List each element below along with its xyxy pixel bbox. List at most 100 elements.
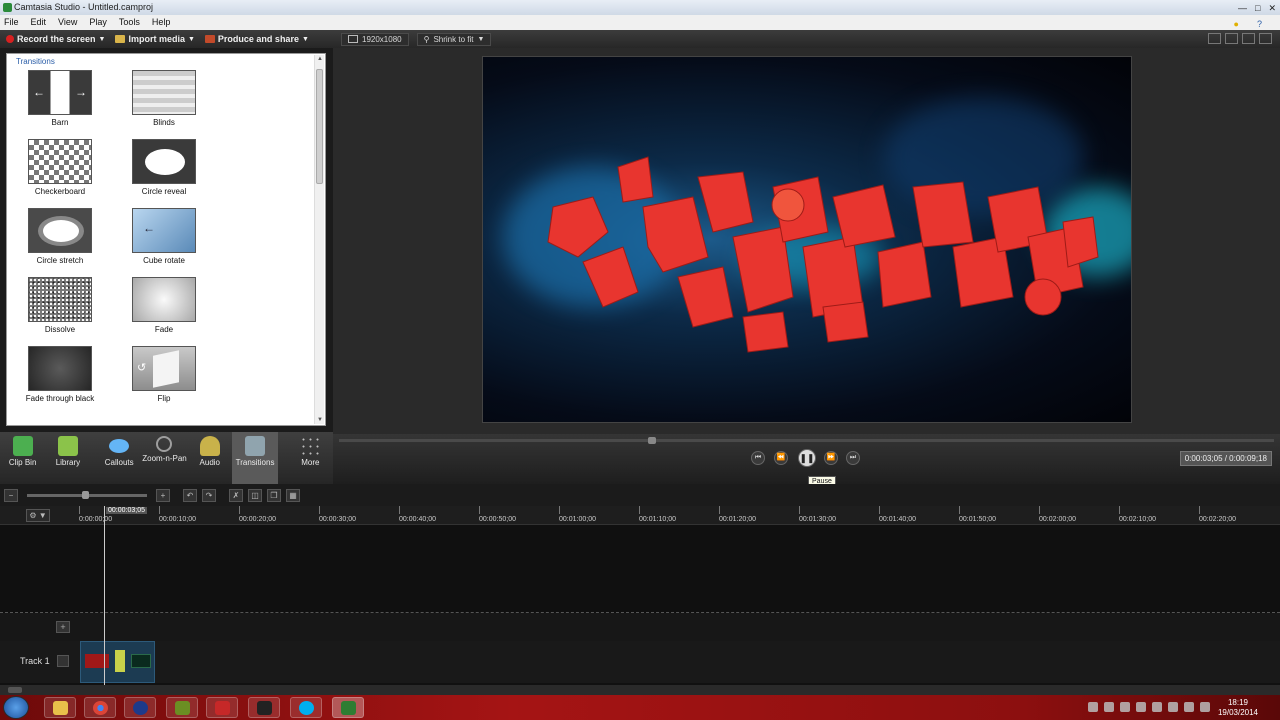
transition-blinds[interactable]: Blinds <box>129 70 199 127</box>
timeline-scrollbar-thumb[interactable] <box>8 687 22 693</box>
transition-dissolve[interactable]: Dissolve <box>25 277 95 334</box>
cut-icon[interactable]: ✗ <box>229 488 243 502</box>
maximize-icon[interactable]: □ <box>1255 1 1260 16</box>
jump-end-button[interactable]: ⏭ <box>846 451 860 465</box>
tick-line <box>1119 506 1120 514</box>
taskbar-chrome[interactable] <box>84 697 116 718</box>
tab-callouts[interactable]: Callouts <box>97 432 142 484</box>
panel-scrollbar[interactable]: ▲ ▼ <box>314 55 324 424</box>
tab-label: Library <box>55 458 81 467</box>
menu-play[interactable]: Play <box>89 15 107 30</box>
tray-icon[interactable] <box>1088 702 1098 712</box>
tick-line <box>719 506 720 514</box>
transition-barn[interactable]: ← → Barn <box>25 70 95 127</box>
menu-tools[interactable]: Tools <box>119 15 140 30</box>
taskbar-explorer[interactable] <box>44 697 76 718</box>
zoom-label: Shrink to fit <box>433 34 474 44</box>
transition-circle-stretch[interactable]: Circle stretch <box>25 208 95 265</box>
undo-icon[interactable]: ↶ <box>183 488 197 502</box>
flip-thumbnail: ↺ <box>132 346 196 391</box>
scrollbar-thumb[interactable] <box>316 69 323 184</box>
tray-icon[interactable] <box>1136 702 1146 712</box>
taskbar-app-4[interactable] <box>166 697 198 718</box>
copy-icon[interactable]: ❐ <box>267 488 281 502</box>
playhead[interactable] <box>104 506 105 686</box>
dimensions-button[interactable]: 1920x1080 <box>341 32 409 46</box>
zoom-slider-handle[interactable] <box>82 490 89 499</box>
transition-circle-reveal[interactable]: Circle reveal <box>129 139 199 196</box>
transition-label: Circle stretch <box>36 256 84 265</box>
transition-fade[interactable]: Fade <box>129 277 199 334</box>
minimize-icon[interactable]: — <box>1238 1 1247 16</box>
tick-line <box>1039 506 1040 514</box>
rewind-button[interactable]: ⏪ <box>774 451 788 465</box>
tab-zoom-n-pan[interactable]: Zoom-n-Pan <box>142 432 187 484</box>
camtasia-icon <box>341 701 356 715</box>
timeline-scrollbar[interactable] <box>0 685 1280 695</box>
menu-help[interactable]: Help <box>152 15 171 30</box>
scrub-handle[interactable] <box>648 437 656 444</box>
zoom-dropdown[interactable]: ⚲ Shrink to fit ▼ <box>416 32 492 46</box>
pause-button[interactable]: ❚❚ <box>798 449 816 467</box>
tab-transitions[interactable]: Transitions <box>232 432 278 484</box>
tab-audio[interactable]: Audio <box>187 432 232 484</box>
tray-icon[interactable] <box>1152 702 1162 712</box>
ruler-label: 00:01:20;00 <box>719 516 756 523</box>
jump-start-button[interactable]: ⏮ <box>751 451 765 465</box>
taskbar-skype[interactable] <box>290 697 322 718</box>
taskbar-app-5[interactable] <box>206 697 238 718</box>
paste-icon[interactable]: ▦ <box>286 488 300 502</box>
volume-icon[interactable] <box>1200 702 1210 712</box>
ruler-label: 00:01:40;00 <box>879 516 916 523</box>
taskbar-app-6[interactable] <box>248 697 280 718</box>
download-icon[interactable] <box>1225 33 1238 44</box>
zoom-in-icon[interactable]: + <box>156 488 170 502</box>
close-icon[interactable]: ✕ <box>1268 1 1276 16</box>
import-media-button[interactable]: Import media ▼ <box>115 34 195 44</box>
forward-button[interactable]: ⏩ <box>824 451 838 465</box>
expand-icon[interactable] <box>1259 33 1272 44</box>
transition-checkerboard[interactable]: Checkerboard <box>25 139 95 196</box>
tray-icon[interactable] <box>1168 702 1178 712</box>
tray-icon[interactable] <box>1104 702 1114 712</box>
tab-more[interactable]: More <box>288 432 333 484</box>
scrub-track[interactable] <box>339 437 1274 444</box>
add-track-button[interactable]: + <box>56 621 70 633</box>
transition-cube-rotate[interactable]: ← Cube rotate <box>129 208 199 265</box>
produce-share-button[interactable]: Produce and share ▼ <box>204 34 309 44</box>
ruler-label: 00:02:10;00 <box>1119 516 1156 523</box>
cube-rotate-thumbnail: ← <box>132 208 196 253</box>
gear-icon[interactable]: ⚙ ▼ <box>26 509 50 522</box>
menu-file[interactable]: File <box>4 15 19 30</box>
scroll-up-icon[interactable]: ▲ <box>316 56 324 62</box>
taskbar-app-3[interactable] <box>124 697 156 718</box>
tab-library[interactable]: Library <box>45 432 90 484</box>
tick-line <box>159 506 160 514</box>
scroll-down-icon[interactable]: ▼ <box>316 417 324 423</box>
network-icon[interactable] <box>1184 702 1194 712</box>
fullscreen-icon[interactable] <box>1242 33 1255 44</box>
tray-icon[interactable] <box>1120 702 1130 712</box>
clock[interactable]: 18:19 19/03/2014 <box>1218 698 1258 718</box>
tick-line <box>79 506 80 514</box>
record-screen-button[interactable]: Record the screen ▼ <box>6 34 105 44</box>
menu-edit[interactable]: Edit <box>31 15 47 30</box>
lock-icon[interactable] <box>57 655 69 667</box>
menu-view[interactable]: View <box>58 15 77 30</box>
transition-flip[interactable]: ↺ Flip <box>129 346 199 403</box>
taskbar-camtasia[interactable] <box>332 697 364 718</box>
timeline-ruler[interactable]: ⚙ ▼ 0:00:00;00 00:00:03;05 00:00:10;00 0… <box>0 506 1280 525</box>
empty-track-area[interactable] <box>0 525 1280 613</box>
transition-fade-through-black[interactable]: Fade through black <box>25 346 95 403</box>
media-clip[interactable] <box>80 641 155 683</box>
zoom-slider[interactable] <box>27 490 147 499</box>
detach-icon[interactable] <box>1208 33 1221 44</box>
video-canvas[interactable] <box>482 56 1132 423</box>
split-icon[interactable]: ◫ <box>248 488 262 502</box>
zoom-out-icon[interactable]: − <box>4 488 18 502</box>
folder-icon <box>53 701 68 715</box>
start-button[interactable] <box>3 696 29 719</box>
redo-icon[interactable]: ↷ <box>202 488 216 502</box>
search-icon: ⚲ <box>423 34 430 44</box>
tab-clip-bin[interactable]: Clip Bin <box>0 432 45 484</box>
